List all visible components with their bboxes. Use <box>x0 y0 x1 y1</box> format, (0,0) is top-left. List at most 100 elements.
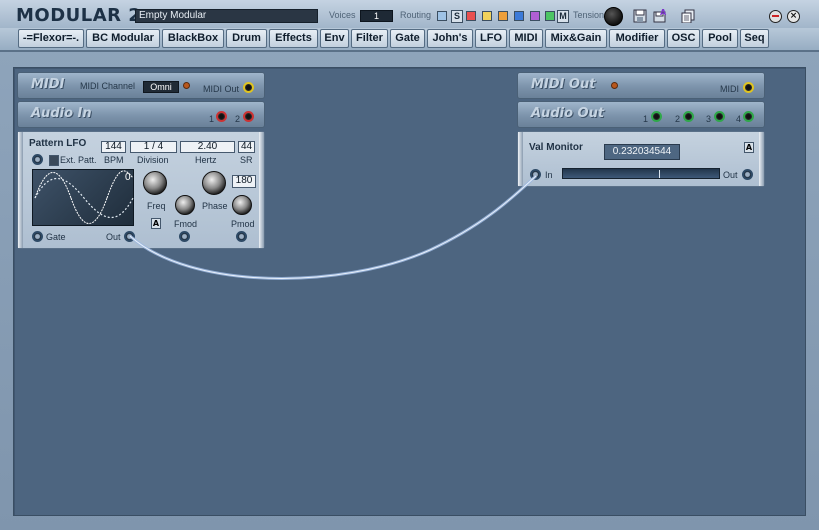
routing-color-6[interactable] <box>530 11 540 21</box>
copy-icon[interactable] <box>681 9 695 23</box>
routing-label: Routing <box>400 10 432 20</box>
midi-out-module[interactable]: MIDI Out MIDI <box>517 72 765 99</box>
lfo-left-rail[interactable] <box>18 132 23 248</box>
category-effects[interactable]: Effects <box>269 29 318 48</box>
midi-module[interactable]: MIDI MIDI Channel Omni MIDI Out <box>17 72 265 99</box>
lfo-division-field[interactable]: 1 / 4 <box>130 141 177 153</box>
routing-color-5[interactable] <box>514 11 524 21</box>
category-osc[interactable]: OSC <box>667 29 700 48</box>
audio-out-module[interactable]: Audio Out 1 2 3 4 <box>517 101 765 128</box>
lfo-pmod-jack[interactable] <box>236 231 247 242</box>
audio-out-port-4-label: 4 <box>736 114 742 124</box>
category-filter[interactable]: Filter <box>351 29 388 48</box>
routing-color-2[interactable] <box>466 11 476 21</box>
midi-out-title: MIDI Out <box>531 77 596 92</box>
save-icon[interactable] <box>633 9 647 23</box>
lfo-out-jack[interactable] <box>124 231 135 242</box>
preset-name-field[interactable]: Empty Modular <box>135 9 318 23</box>
category-modifier[interactable]: Modifier <box>609 29 665 48</box>
routing-color-4[interactable] <box>498 11 508 21</box>
midi-out-midi-label: MIDI <box>720 84 739 94</box>
lfo-division-label: Division <box>137 155 169 165</box>
valmon-value-display: 0.232034544 <box>604 144 680 160</box>
midi-out-jack[interactable] <box>243 82 254 93</box>
midi-module-title: MIDI <box>31 77 65 92</box>
audio-out-jack-3[interactable] <box>714 111 725 122</box>
routing-color-1[interactable] <box>437 11 447 21</box>
routing-color-7[interactable] <box>545 11 555 21</box>
lfo-bpm-label: BPM <box>104 155 124 165</box>
tension-knob[interactable] <box>604 7 623 26</box>
audio-out-jack-1[interactable] <box>651 111 662 122</box>
category-lfo[interactable]: LFO <box>475 29 507 48</box>
lfo-freq-knob[interactable] <box>143 171 167 195</box>
audio-in-jack-2[interactable] <box>243 111 254 122</box>
minimize-button[interactable] <box>769 10 782 23</box>
valmon-out-jack[interactable] <box>742 169 753 180</box>
category-drum[interactable]: Drum <box>226 29 267 48</box>
audio-out-port-2-label: 2 <box>675 114 681 124</box>
category-johns[interactable]: John's <box>427 29 473 48</box>
audio-in-port-2-label: 2 <box>235 114 241 124</box>
audio-out-port-1-label: 1 <box>643 114 649 124</box>
routing-s-button[interactable]: S <box>451 10 463 23</box>
lfo-fmod-knob[interactable] <box>175 195 195 215</box>
valmon-title: Val Monitor <box>529 142 583 153</box>
app-title: MODULAR 2 <box>16 5 142 26</box>
category-midi[interactable]: MIDI <box>509 29 543 48</box>
audio-out-jack-4[interactable] <box>743 111 754 122</box>
tension-label: Tension <box>573 10 605 20</box>
valmon-level-bar <box>562 168 720 179</box>
lfo-bpm-field[interactable]: 144 <box>101 141 126 153</box>
pattern-lfo-module[interactable]: Pattern LFO 144 1 / 4 2.40 44 Ext. Patt.… <box>17 131 265 249</box>
lfo-gate-jack[interactable] <box>32 231 43 242</box>
minimize-icon <box>772 15 779 17</box>
voices-field[interactable]: 1 <box>360 10 393 22</box>
lfo-pmod-label: Pmod <box>231 219 255 229</box>
category-gate[interactable]: Gate <box>390 29 425 48</box>
lfo-phase-field[interactable]: 180 <box>232 175 256 188</box>
lfo-phase-knob[interactable] <box>202 171 226 195</box>
valmon-mini-button[interactable]: A <box>744 142 754 153</box>
category-mix-gain[interactable]: Mix&Gain <box>545 29 607 48</box>
lfo-sine-wave <box>34 170 134 224</box>
lfo-sr-field[interactable]: 44 <box>238 141 255 153</box>
valmon-in-jack[interactable] <box>530 169 541 180</box>
midi-channel-field[interactable]: Omni <box>143 81 179 93</box>
lfo-hertz-field[interactable]: 2.40 <box>180 141 235 153</box>
lfo-hertz-label: Hertz <box>195 155 217 165</box>
audio-in-module[interactable]: Audio In 1 2 <box>17 101 265 128</box>
category-bc-modular[interactable]: BC Modular <box>86 29 160 48</box>
category-env[interactable]: Env <box>320 29 349 48</box>
save-as-icon[interactable]: A <box>653 9 667 23</box>
midi-out-jack[interactable] <box>743 82 754 93</box>
lfo-phase-label: Phase <box>202 201 228 211</box>
audio-out-jack-2[interactable] <box>683 111 694 122</box>
category-blackbox[interactable]: BlackBox <box>162 29 224 48</box>
valmon-level-marker <box>659 170 660 178</box>
close-icon: × <box>789 11 798 21</box>
valmon-out-label: Out <box>723 170 738 180</box>
lfo-sr-label: SR <box>240 155 253 165</box>
category-seq[interactable]: Seq <box>740 29 769 48</box>
lfo-ext-pattern-toggle[interactable] <box>49 155 59 166</box>
close-button[interactable]: × <box>787 10 800 23</box>
valmon-left-rail[interactable] <box>518 132 523 186</box>
lfo-pmod-knob[interactable] <box>232 195 252 215</box>
routing-color-3[interactable] <box>482 11 492 21</box>
val-monitor-module[interactable]: Val Monitor 0.232034544 A In Out <box>517 131 765 187</box>
routing-m-button[interactable]: M <box>557 10 569 23</box>
lfo-gate-label: Gate <box>46 232 66 242</box>
category-pool[interactable]: Pool <box>702 29 738 48</box>
category-flexor[interactable]: -=Flexor=-. <box>18 29 84 48</box>
valmon-right-rail[interactable] <box>759 132 764 186</box>
lfo-mini-button[interactable]: A <box>151 218 161 229</box>
lfo-freq-label: Freq <box>147 201 166 211</box>
lfo-right-rail[interactable] <box>259 132 264 248</box>
lfo-ext-pattern-jack[interactable] <box>32 154 43 165</box>
audio-in-jack-1[interactable] <box>216 111 227 122</box>
midi-out-led <box>611 82 618 89</box>
lfo-fmod-jack[interactable] <box>179 231 190 242</box>
modular-window: MODULAR 2 Empty Modular Voices 1 Routing… <box>0 0 819 530</box>
audio-out-title: Audio Out <box>531 106 605 121</box>
